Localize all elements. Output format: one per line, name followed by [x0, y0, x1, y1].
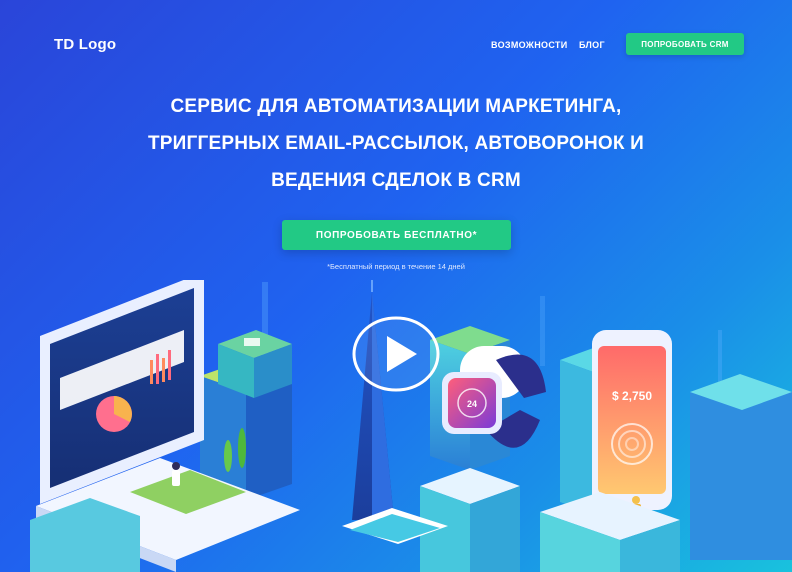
phone-screen — [598, 346, 666, 494]
bar — [156, 354, 159, 384]
nav-link-features[interactable]: ВОЗМОЖНОСТИ — [491, 40, 567, 50]
light-beam — [540, 296, 545, 366]
try-free-button[interactable]: ПОПРОБОВАТЬ БЕСПЛАТНО* — [282, 220, 511, 250]
phone-amount: $ 2,750 — [612, 389, 652, 403]
person-head — [172, 462, 180, 470]
bar — [150, 360, 153, 384]
nav-link-blog[interactable]: БЛОГ — [579, 40, 605, 50]
bar — [162, 358, 165, 382]
watch-value: 24 — [467, 399, 477, 409]
try-crm-button[interactable]: ПОПРОБОВАТЬ CRM — [626, 33, 744, 55]
hero-title-line: ТРИГГЕРНЫХ EMAIL-РАССЫЛОК, АВТОВОРОНОК И — [148, 133, 644, 154]
header: TD Logo ВОЗМОЖНОСТИ БЛОГ ПОПРОБОВАТЬ CRM — [0, 0, 792, 88]
play-video-button[interactable] — [351, 316, 441, 392]
bar — [168, 350, 171, 380]
person-body — [172, 470, 180, 486]
hero-title-line: ВЕДЕНИЯ СДЕЛОК В CRM — [271, 170, 521, 191]
tree — [238, 428, 246, 468]
hero-title-line: СЕРВИС ДЛЯ АВТОМАТИЗАЦИИ МАРКЕТИНГА, — [170, 96, 622, 117]
trial-note: *Бесплатный период в течение 14 дней — [327, 262, 465, 271]
hero-title: СЕРВИС ДЛЯ АВТОМАТИЗАЦИИ МАРКЕТИНГА, ТРИ… — [96, 88, 696, 199]
tree — [224, 440, 232, 472]
building-window — [244, 338, 260, 346]
person-head — [632, 496, 640, 504]
logo[interactable]: TD Logo — [54, 36, 116, 53]
